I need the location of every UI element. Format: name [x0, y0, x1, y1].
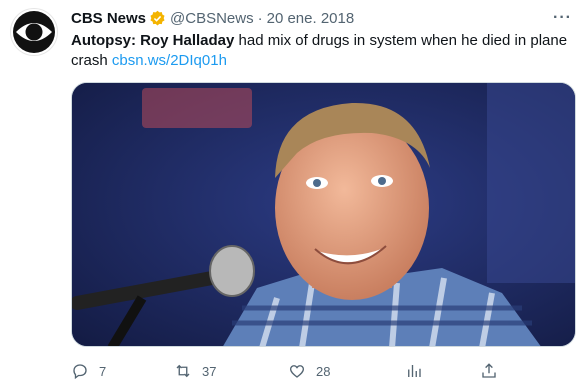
- tweet-text: Autopsy: Roy Halladay had mix of drugs i…: [71, 31, 575, 71]
- separator-dot: ·: [257, 9, 263, 27]
- photo-illustration: [72, 83, 575, 346]
- avatar[interactable]: [10, 8, 58, 56]
- tweet-actions: 7 37 28: [71, 360, 576, 382]
- author-handle[interactable]: @CBSNews: [170, 10, 254, 27]
- retweet-icon: [176, 364, 190, 378]
- share-icon: [482, 363, 496, 378]
- retweet-count: 37: [202, 363, 217, 379]
- like-count: 28: [316, 363, 331, 379]
- more-options-icon[interactable]: ···: [553, 9, 572, 27]
- reply-icon: [73, 364, 87, 380]
- tweet-text-bold: Autopsy: Roy Halladay: [71, 32, 235, 49]
- retweet-button[interactable]: 37: [174, 362, 288, 380]
- author-name[interactable]: CBS News: [71, 10, 146, 27]
- tweet-media-photo[interactable]: [71, 82, 576, 347]
- reply-count: 7: [99, 363, 107, 379]
- like-button[interactable]: 28: [288, 362, 405, 380]
- tweet-header: CBS News @CBSNews · 20 ene. 2018 ···: [71, 8, 572, 28]
- like-icon: [289, 365, 305, 378]
- share-button[interactable]: [480, 362, 498, 380]
- cbs-eye-logo-icon: [13, 11, 55, 53]
- reply-button[interactable]: 7: [71, 362, 174, 380]
- tweet-date[interactable]: 20 ene. 2018: [267, 10, 355, 27]
- views-icon: [408, 365, 421, 377]
- verified-badge-icon: [149, 10, 166, 27]
- views-button[interactable]: [405, 362, 480, 380]
- tweet-link[interactable]: cbsn.ws/2DIq01h: [112, 52, 227, 69]
